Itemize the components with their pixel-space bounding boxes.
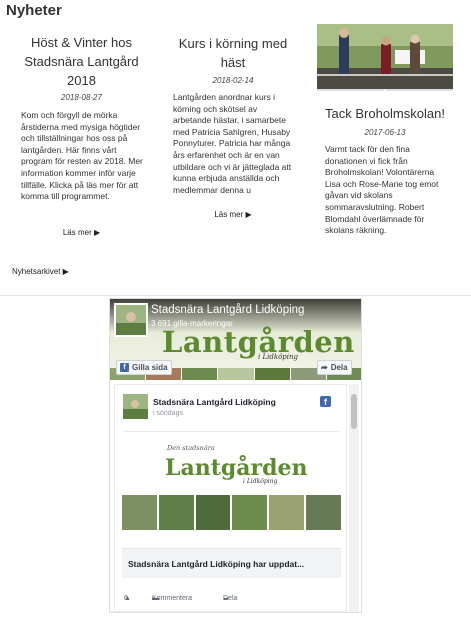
post-author-name[interactable]: Stadsnära Lantgård Lidköping (153, 397, 276, 407)
post-photo[interactable] (232, 495, 268, 530)
news-section: Nyheter Höst & Vinter hos Stadsnära Lant… (0, 0, 471, 296)
share-arrow-icon: ➦ (321, 363, 328, 372)
article-excerpt: Varmt tack för den fina donationen vi fi… (325, 144, 439, 236)
like-count-value: 6 (124, 595, 128, 602)
like-page-label: Gilla sida (132, 363, 168, 372)
post-divider (123, 431, 340, 432)
news-archive-link[interactable]: Nyhetsarkivet ▶ (12, 267, 69, 276)
article-title[interactable]: Tack Broholmskolan! (317, 104, 453, 123)
facebook-logo-icon[interactable]: f (320, 396, 331, 407)
comment-label: Kommentera (152, 595, 193, 602)
article-excerpt: Kom och förgyll de mörka årstiderna med … (21, 110, 143, 202)
post-logo-tagline: Den stadsnära (167, 444, 215, 452)
article-date: 2018-08-27 (61, 93, 102, 102)
post-photo[interactable] (195, 495, 231, 530)
article-date: 2017-06-13 (364, 128, 406, 137)
article-excerpt: Lantgården anordnar kurs i körning och s… (173, 92, 292, 195)
cover-logo-subtitle: i Lidköping (258, 353, 298, 361)
caption-notch (380, 89, 390, 94)
article-photo[interactable] (317, 24, 453, 89)
post-logo-text: Lantgården (165, 455, 308, 481)
post-photo[interactable] (122, 495, 157, 530)
page-like-count: 3 691 gilla-markeringar (151, 319, 233, 328)
post-photo[interactable] (306, 495, 341, 530)
post-actions-bar: ▲ 6 ▬ Kommentera ➦ Dela (122, 595, 341, 607)
scrollbar-thumb[interactable] (351, 394, 357, 429)
read-more-link[interactable]: Läs mer ▶ (18, 228, 145, 237)
share-label: Dela (223, 595, 238, 602)
like-page-button[interactable]: f Gilla sida (116, 360, 172, 375)
article-date: 2018-02-14 (212, 76, 254, 85)
article-title[interactable]: Höst & Vinter hos Stadsnära Lantgård 201… (18, 33, 145, 90)
post-photo[interactable] (158, 495, 194, 530)
facebook-page-widget: Lantgården i Lidköping Stadsnära Lantgår… (109, 298, 362, 613)
post-photo[interactable] (269, 495, 305, 530)
share-page-button[interactable]: ➦ Dela (317, 360, 352, 375)
facebook-feed: Stadsnära Lantgård Lidköping i söndags f… (110, 380, 361, 612)
post-photo-grid[interactable] (122, 495, 341, 530)
shared-link-card[interactable]: Stadsnära Lantgård Lidköping har uppdat.… (122, 548, 341, 578)
feed-scrollbar[interactable] (349, 384, 359, 612)
read-more-link[interactable]: Läs mer ▶ (168, 210, 298, 219)
feed-post: Stadsnära Lantgård Lidköping i söndags f… (114, 384, 347, 612)
article-title[interactable]: Kurs i körning med häst (168, 34, 298, 72)
facebook-icon: f (120, 363, 129, 372)
facebook-cover[interactable]: Lantgården i Lidköping Stadsnära Lantgår… (110, 299, 361, 380)
post-author-avatar[interactable] (123, 394, 148, 419)
page-avatar[interactable] (114, 303, 148, 337)
post-logo-subtitle: i Lidköping (243, 478, 278, 485)
post-timestamp[interactable]: i söndags (153, 410, 183, 417)
share-page-label: Dela (330, 363, 348, 372)
link-title: Stadsnära Lantgård Lidköping har uppdat.… (128, 559, 305, 569)
page-name-link[interactable]: Stadsnära Lantgård Lidköping (151, 304, 304, 316)
news-heading: Nyheter (6, 2, 62, 19)
